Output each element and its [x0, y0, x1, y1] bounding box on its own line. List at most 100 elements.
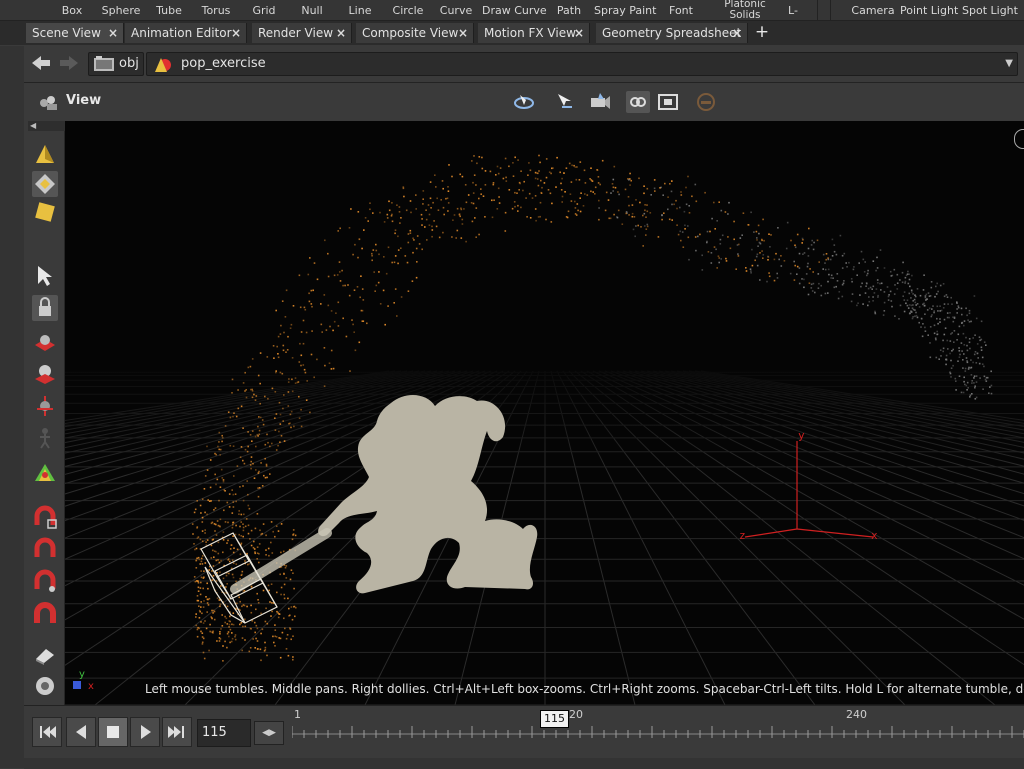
tab-composite-view[interactable]: Composite View ×	[356, 23, 474, 43]
pose-icon[interactable]	[32, 425, 58, 451]
add-tab-button[interactable]: +	[753, 23, 771, 43]
particle	[679, 206, 681, 209]
shelf-spray-paint-tool[interactable]: Spray Paint	[594, 0, 656, 20]
particle	[206, 602, 209, 604]
paint-icon[interactable]	[32, 641, 58, 667]
shelf-circle-tool[interactable]: Circle	[388, 0, 428, 20]
shelf-spot-light-tool[interactable]: Spot Light	[962, 0, 1018, 20]
shelf-platonic-solids-tool[interactable]: Platonic Solids	[718, 0, 772, 21]
scene-viewport[interactable]: y x z y x Left mouse tumbles. Middle pan…	[65, 121, 1024, 705]
tab-geometry-spreadsheet[interactable]: Geometry Spreadsheet ×	[596, 23, 748, 43]
forward-arrow-icon[interactable]	[58, 53, 80, 73]
shelf-camera-tool[interactable]: Camera	[850, 0, 896, 20]
shelf-curve-tool[interactable]: Curve	[436, 0, 476, 20]
shelf-l-system-tool[interactable]: L-	[782, 0, 804, 20]
viewport-corner-icon[interactable]	[1014, 129, 1024, 149]
particle	[226, 605, 229, 608]
lock-icon[interactable]	[32, 295, 58, 321]
scale-handle-icon[interactable]	[32, 393, 58, 419]
shelf-tube-tool[interactable]: Tube	[150, 0, 188, 20]
shelf-point-light-tool[interactable]: Point Light	[900, 0, 958, 20]
particle	[358, 341, 361, 344]
shelf-line-tool[interactable]: Line	[342, 0, 378, 20]
magnet-solid-icon[interactable]	[32, 601, 58, 627]
close-icon[interactable]: ×	[231, 23, 241, 43]
select-dynamics-icon[interactable]	[32, 199, 58, 225]
shelf-font-tool[interactable]: Font	[664, 0, 698, 20]
particle	[420, 213, 423, 216]
timeline-ruler[interactable]: 1 120 240 115	[292, 706, 1024, 756]
tab-scene-view[interactable]: Scene View ×	[26, 23, 124, 43]
particle	[302, 342, 305, 345]
particle	[200, 557, 203, 560]
magnet-curve-icon[interactable]	[32, 537, 58, 563]
view-settings-icon[interactable]	[32, 673, 58, 699]
particle	[256, 552, 259, 554]
play-button[interactable]	[130, 717, 160, 747]
particle	[391, 220, 394, 223]
tab-motion-fx-view[interactable]: Motion FX View ×	[478, 23, 590, 43]
shelf-path-tool[interactable]: Path	[552, 0, 586, 20]
view-menu-button[interactable]: View	[38, 92, 118, 114]
jump-to-start-button[interactable]	[32, 717, 62, 747]
magnet-icon[interactable]	[32, 505, 58, 531]
select-arrow-icon[interactable]	[32, 263, 58, 289]
particle	[219, 605, 221, 608]
frame-step-arrows[interactable]: ◀▶	[254, 721, 284, 745]
shelf-grid-tool[interactable]: Grid	[246, 0, 282, 20]
translate-handle-icon[interactable]	[32, 329, 58, 355]
chevron-down-icon[interactable]: ▼	[1005, 53, 1013, 75]
particle	[909, 312, 911, 314]
close-icon[interactable]: ×	[732, 23, 742, 43]
jump-to-end-button[interactable]	[162, 717, 192, 747]
shelf-sphere-tool[interactable]: Sphere	[96, 0, 146, 20]
tab-animation-editor[interactable]: Animation Editor ×	[125, 23, 247, 43]
shelf-draw-curve-tool[interactable]: Draw Curve	[482, 0, 547, 20]
close-icon[interactable]: ×	[574, 23, 584, 43]
rotate-handle-icon[interactable]	[32, 361, 58, 387]
select-objects-icon[interactable]	[32, 141, 58, 167]
particle	[242, 523, 244, 525]
close-icon[interactable]: ×	[108, 23, 118, 43]
particle	[474, 217, 476, 219]
tumble-icon[interactable]	[512, 91, 536, 113]
shelf-box-tool[interactable]: Box	[52, 0, 92, 20]
particle	[275, 413, 278, 415]
breadcrumb-obj[interactable]: obj	[88, 52, 144, 76]
particle	[627, 196, 630, 198]
select-geometry-icon[interactable]	[32, 171, 58, 197]
particle	[194, 548, 196, 551]
particle	[316, 278, 319, 281]
pan-icon[interactable]	[552, 91, 576, 113]
link-viewports-icon[interactable]	[626, 91, 650, 113]
close-icon[interactable]: ×	[336, 23, 346, 43]
particle	[353, 331, 355, 333]
particle	[633, 216, 636, 218]
close-icon[interactable]: ×	[458, 23, 468, 43]
particle	[242, 382, 245, 384]
shelf-null-tool[interactable]: Null	[294, 0, 330, 20]
frame-view-icon[interactable]	[656, 91, 680, 113]
breadcrumb-node[interactable]: pop_exercise ▼	[146, 52, 1018, 76]
shelf-torus-tool[interactable]: Torus	[194, 0, 238, 20]
no-entry-icon[interactable]	[694, 91, 718, 113]
stop-button[interactable]	[98, 717, 128, 747]
particle	[962, 359, 964, 361]
current-frame-marker[interactable]: 115	[540, 710, 569, 728]
particle	[275, 449, 278, 451]
particle	[876, 256, 878, 259]
magnet-point-icon[interactable]	[32, 569, 58, 595]
particle	[972, 361, 974, 364]
step-back-button[interactable]	[66, 717, 96, 747]
dolly-icon[interactable]	[588, 91, 612, 113]
back-arrow-icon[interactable]	[30, 53, 52, 73]
collapse-arrow-icon[interactable]: ◀	[28, 121, 66, 131]
particle	[308, 292, 310, 295]
particle	[667, 208, 669, 211]
particle	[943, 295, 946, 298]
viewport-canvas[interactable]	[65, 121, 1024, 705]
current-frame-field[interactable]: 115	[197, 719, 251, 747]
tab-render-view[interactable]: Render View ×	[252, 23, 352, 43]
particle	[231, 512, 234, 514]
handle-tool-icon[interactable]	[32, 461, 58, 487]
